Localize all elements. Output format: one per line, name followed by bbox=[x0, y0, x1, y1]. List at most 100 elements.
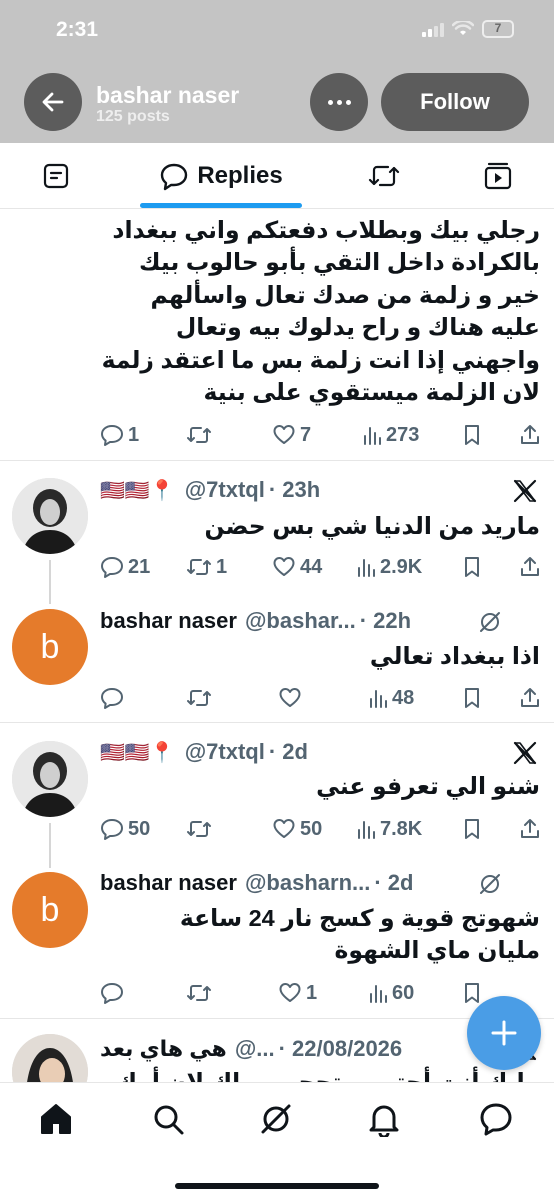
x-logo-icon bbox=[513, 479, 537, 503]
reply-icon bbox=[101, 557, 123, 578]
battery-icon: 7 bbox=[482, 20, 514, 38]
grok-icon[interactable] bbox=[478, 872, 502, 896]
avatar-photo-image bbox=[12, 478, 88, 554]
reply-bubble-icon bbox=[161, 163, 188, 191]
share-icon bbox=[521, 557, 539, 576]
bookmark-button[interactable] bbox=[462, 814, 482, 844]
bookmark-button[interactable] bbox=[462, 978, 482, 1008]
tweet-meta: هي هاي بعد @... · 22/08/2026 bbox=[100, 1034, 484, 1064]
reply-button[interactable]: 21 bbox=[100, 552, 150, 582]
post-actions: 48 bbox=[100, 683, 544, 713]
user-name[interactable]: هي هاي بعد bbox=[100, 1036, 227, 1062]
avatar[interactable] bbox=[12, 741, 88, 817]
bookmark-icon bbox=[465, 425, 479, 445]
reply-icon bbox=[101, 425, 123, 446]
bookmark-button[interactable] bbox=[462, 683, 482, 713]
share-button[interactable] bbox=[518, 420, 542, 450]
tab-posts[interactable] bbox=[20, 143, 92, 209]
share-icon bbox=[521, 425, 539, 444]
profile-header: 2:31 7 bashar naser 125 posts Follow bbox=[0, 0, 554, 143]
reply-count: 1 bbox=[128, 423, 140, 446]
tweet-meta: 🇺🇸🇺🇸📍 @7txtql · 23h bbox=[100, 475, 320, 505]
repost-icon bbox=[187, 427, 211, 443]
avatar[interactable]: b bbox=[12, 872, 88, 948]
back-button[interactable] bbox=[24, 73, 82, 131]
like-button[interactable]: 44 bbox=[272, 552, 322, 582]
tweet-time: · 22h bbox=[359, 608, 412, 633]
status-icons: 7 bbox=[422, 20, 514, 38]
reply-button[interactable]: 50 bbox=[100, 814, 150, 844]
post-line: عليه هناك و راح يدلوك بيه وتعال bbox=[175, 314, 540, 341]
notifications-bell-icon[interactable] bbox=[366, 1101, 402, 1137]
post-line: رجلي بيك وبطلاب دفعتكم واني ببغداد bbox=[112, 217, 540, 243]
repost-icon bbox=[368, 165, 400, 187]
follow-button[interactable]: Follow bbox=[381, 73, 529, 131]
grok-icon[interactable] bbox=[258, 1101, 294, 1137]
like-button[interactable]: 50 bbox=[272, 814, 322, 844]
reply-button[interactable] bbox=[100, 683, 124, 713]
home-icon[interactable] bbox=[38, 1101, 74, 1137]
views-button[interactable]: 273 bbox=[362, 420, 419, 450]
like-button[interactable]: 7 bbox=[272, 420, 311, 450]
user-name[interactable]: bashar naser bbox=[100, 870, 237, 896]
tweet-meta: 🇺🇸🇺🇸📍 @7txtql · 2d bbox=[100, 737, 308, 767]
user-name[interactable]: bashar naser bbox=[100, 608, 237, 634]
views-button[interactable]: 7.8K bbox=[356, 814, 422, 844]
more-options-button[interactable] bbox=[310, 73, 368, 131]
tab-replies[interactable]: Replies bbox=[140, 143, 302, 209]
share-button[interactable] bbox=[518, 814, 542, 844]
reply-button[interactable]: 1 bbox=[100, 420, 139, 450]
reply-count: 21 bbox=[128, 555, 151, 578]
article-icon bbox=[43, 163, 69, 189]
repost-button[interactable] bbox=[186, 978, 212, 1008]
views-button[interactable]: 60 bbox=[368, 978, 414, 1008]
repost-button[interactable] bbox=[186, 683, 212, 713]
tweet-text: اذا ببغداد تعالي bbox=[369, 643, 540, 669]
bookmark-icon bbox=[465, 983, 479, 1003]
post-actions: 1 60 bbox=[100, 978, 544, 1008]
user-handle[interactable]: @basharn... bbox=[245, 870, 370, 896]
avatar[interactable] bbox=[12, 478, 88, 554]
compose-button[interactable] bbox=[467, 996, 541, 1070]
user-handle[interactable]: @7txtql bbox=[185, 739, 265, 765]
avatar-photo-image bbox=[12, 741, 88, 817]
repost-button[interactable]: 1 bbox=[186, 552, 227, 582]
tweet-time: · 22/08/2026 bbox=[278, 1036, 403, 1061]
share-button[interactable] bbox=[518, 683, 542, 713]
tab-reposts[interactable] bbox=[348, 143, 420, 209]
user-handle[interactable]: @7txtql bbox=[185, 477, 265, 503]
like-button[interactable]: 1 bbox=[278, 978, 317, 1008]
messages-icon[interactable] bbox=[478, 1101, 514, 1137]
bookmark-button[interactable] bbox=[462, 420, 482, 450]
post-line: لان الزلمة ميستقوي على بنية bbox=[203, 379, 540, 406]
like-count: 1 bbox=[306, 981, 318, 1004]
avatar[interactable]: b bbox=[12, 609, 88, 685]
battery-level: 7 bbox=[494, 21, 502, 35]
tweet-line: مليان ماي الشهوة bbox=[334, 937, 541, 963]
bookmark-icon bbox=[465, 688, 479, 708]
reply-button[interactable] bbox=[100, 978, 124, 1008]
signal-icon bbox=[422, 22, 444, 37]
user-handle[interactable]: @... bbox=[235, 1036, 275, 1062]
heart-icon bbox=[273, 819, 295, 838]
repost-button[interactable] bbox=[186, 420, 216, 450]
repost-button[interactable] bbox=[186, 814, 212, 844]
tweet-text: شهوتج قوية و كسج نار 24 ساعة مليان ماي ا… bbox=[100, 902, 540, 966]
tweet-text: مابك أنت أحتى ميتحجي وراك لان أمك bbox=[115, 1069, 540, 1082]
views-icon bbox=[364, 427, 381, 445]
tab-videos[interactable] bbox=[462, 143, 534, 209]
like-button[interactable] bbox=[278, 683, 302, 713]
share-button[interactable] bbox=[518, 552, 542, 582]
repost-count: 1 bbox=[216, 555, 228, 578]
tab-replies-label: Replies bbox=[197, 162, 283, 189]
views-button[interactable]: 2.9K bbox=[356, 552, 422, 582]
search-icon[interactable] bbox=[150, 1101, 186, 1137]
views-count: 273 bbox=[386, 423, 420, 446]
views-icon bbox=[370, 985, 387, 1003]
post-actions: 21 1 44 2.9K bbox=[100, 552, 544, 582]
views-icon bbox=[358, 559, 375, 577]
bookmark-button[interactable] bbox=[462, 552, 482, 582]
views-button[interactable]: 48 bbox=[368, 683, 414, 713]
grok-icon[interactable] bbox=[478, 610, 502, 634]
user-handle[interactable]: @bashar... bbox=[245, 608, 356, 634]
